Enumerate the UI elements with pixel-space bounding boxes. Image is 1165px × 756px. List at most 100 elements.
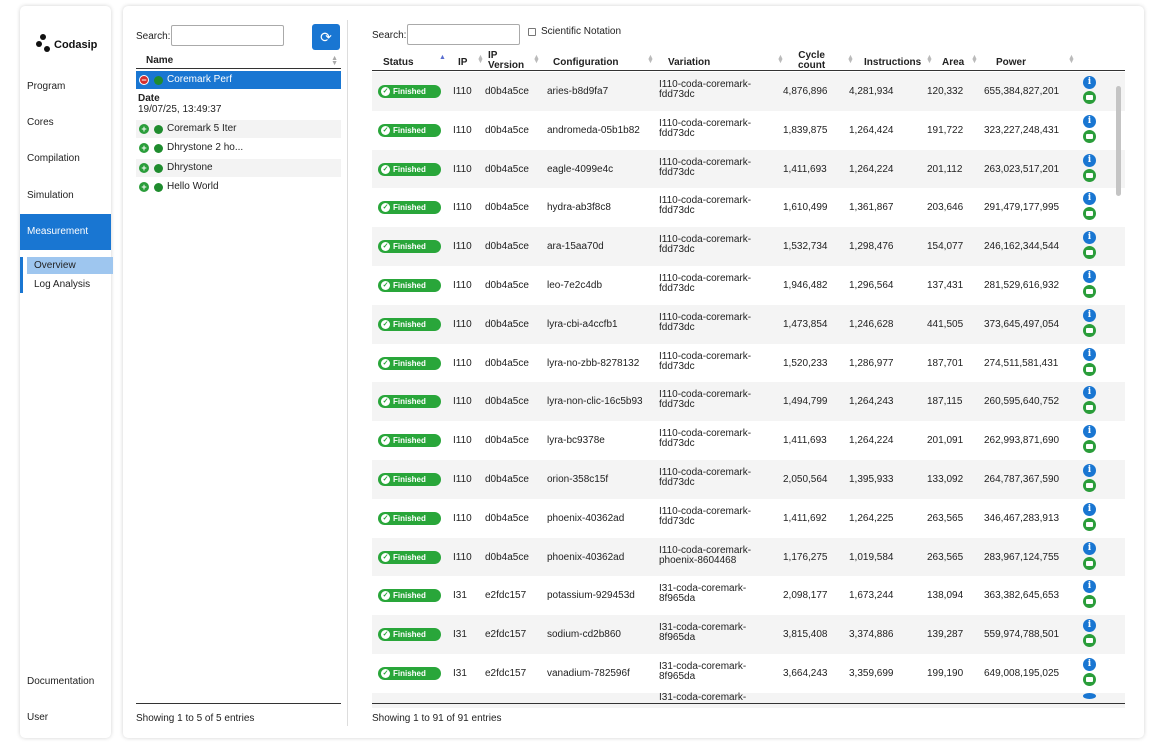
nav-documentation[interactable]: Documentation [20, 664, 111, 700]
info-icon[interactable]: i [1083, 386, 1096, 400]
cell-ip-version: e2fdc157 [485, 590, 527, 602]
list-item-coremark-perf[interactable]: − Coremark Perf [136, 71, 341, 89]
status-badge: ✓ Finished [378, 473, 441, 486]
table-row[interactable]: ✓ Finished I110 d0b4a5ce lyra-non-clic-16c5b… [372, 382, 1125, 422]
table-row[interactable]: ✓ Finished I110 d0b4a5ce phoenix-40362ad I110… [372, 499, 1125, 538]
table-row[interactable]: ✓ Finished I31 e2fdc157 sodium-cd2b860 I31-co… [372, 615, 1125, 654]
check-icon: ✓ [381, 669, 390, 678]
table-search-input[interactable] [407, 24, 520, 45]
table-row[interactable]: ✓ Finished I31 e2fdc157 vanadium-782596f I31-… [372, 654, 1125, 693]
log-icon[interactable] [1083, 517, 1096, 531]
codasip-logo[interactable]: Codasip [34, 33, 104, 59]
table-row[interactable]: ✓ Finished I110 d0b4a5ce leo-7e2c4db I110-cod… [372, 266, 1125, 305]
th-ip-version[interactable]: IP Version ▲ ▼ [488, 50, 540, 71]
list-item-hello-world[interactable]: + Hello World [136, 178, 341, 196]
nav-measurement[interactable]: Measurement [20, 214, 111, 250]
log-icon[interactable] [1083, 595, 1096, 609]
info-icon[interactable]: i [1083, 502, 1096, 516]
log-icon[interactable] [1083, 556, 1096, 570]
log-icon[interactable] [1083, 673, 1096, 686]
table-row[interactable]: ✓ Finished I110 d0b4a5ce aries-b8d9fa7 I110-c… [372, 72, 1125, 111]
subnav-log-analysis[interactable]: Log Analysis [27, 276, 113, 293]
table-row[interactable]: ✓ Finished I110 d0b4a5ce phoenix-40362ad I110… [372, 537, 1125, 577]
info-icon[interactable]: i [1083, 464, 1096, 477]
log-icon[interactable] [1083, 440, 1096, 454]
th-area[interactable]: Area ▲ ▼ [942, 50, 982, 70]
info-icon[interactable]: i [1083, 270, 1096, 283]
cell-ip: I110 [453, 474, 472, 485]
table-scrollbar[interactable] [1116, 86, 1121, 196]
expand-icon[interactable]: + [139, 163, 149, 173]
info-icon[interactable]: i [1083, 231, 1096, 245]
info-icon[interactable]: i [1083, 619, 1096, 633]
log-icon[interactable] [1083, 168, 1096, 182]
log-icon[interactable] [1083, 246, 1096, 260]
nav-cores[interactable]: Cores [20, 105, 111, 141]
th-power[interactable]: Power ▲ ▼ [996, 50, 1086, 70]
info-icon[interactable]: i [1083, 658, 1096, 671]
expand-icon[interactable]: + [139, 182, 149, 192]
info-icon[interactable]: i [1083, 153, 1096, 167]
scientific-notation-checkbox[interactable] [528, 28, 536, 36]
th-ip[interactable]: IP ▲ ▼ [458, 50, 484, 70]
log-icon[interactable] [1083, 323, 1096, 337]
log-icon[interactable] [1083, 129, 1096, 143]
th-configuration[interactable]: Configuration ▲ ▼ [553, 50, 654, 70]
check-icon: ✓ [381, 203, 390, 213]
log-icon[interactable] [1083, 479, 1096, 492]
table-row[interactable]: ✓ Finished I110 d0b4a5ce andromeda-05b1b82 I1… [372, 111, 1125, 150]
name-column-header[interactable]: Name ▲ ▼ [136, 54, 341, 69]
table-row[interactable]: ✓ Finished I110 d0b4a5ce lyra-cbi-a4ccfb1 I11… [372, 304, 1125, 344]
info-icon[interactable]: i [1083, 347, 1096, 361]
list-item-coremark-5-iter[interactable]: + Coremark 5 Iter [136, 120, 341, 138]
table-row[interactable]: ✓ Finished I31 e2fdc157 potassium-929453d I31… [372, 576, 1125, 615]
cell-instructions: 1,298,476 [849, 241, 894, 253]
th-instructions[interactable]: Instructions ▲ ▼ [864, 50, 934, 70]
cell-area: 201,091 [927, 435, 964, 447]
log-icon[interactable] [1083, 634, 1096, 648]
table-row[interactable]: ✓ Finished I110 d0b4a5ce orion-358c15f I110-c… [372, 460, 1125, 499]
info-icon[interactable] [1083, 692, 1096, 699]
table-row[interactable]: ✓ Finished I110 d0b4a5ce hydra-ab3f8c8 I110-c… [372, 188, 1125, 227]
nav-user[interactable]: User [20, 700, 111, 736]
log-icon[interactable] [1083, 91, 1096, 104]
table-row[interactable]: ✓ Finished I110 d0b4a5ce lyra-bc9378e I110-co… [372, 421, 1125, 460]
log-icon[interactable] [1083, 207, 1096, 221]
table-row[interactable]: ✓ Finished I110 d0b4a5ce eagle-4099e4c I110-c… [372, 149, 1125, 189]
info-icon[interactable]: i [1083, 114, 1096, 128]
info-icon[interactable]: i [1083, 541, 1096, 555]
th-cycle-count[interactable]: Cycle count ▲ ▼ [798, 50, 854, 71]
info-icon[interactable]: i [1083, 76, 1096, 89]
info-icon[interactable]: i [1083, 192, 1096, 206]
info-icon[interactable]: i [1083, 425, 1096, 439]
log-icon[interactable] [1083, 401, 1096, 415]
cell-ip-version: d0b4a5ce [485, 280, 529, 291]
status-badge: ✓ Finished [378, 240, 441, 254]
left-search-input[interactable] [171, 25, 284, 46]
left-footer-divider [136, 703, 341, 704]
nav-simulation[interactable]: Simulation [20, 178, 111, 214]
cell-cycle-count: 1,411,693 [783, 435, 827, 447]
table-row[interactable]: I31-coda-coremark- [372, 692, 1125, 708]
list-item-dhrystone-2[interactable]: + Dhrystone 2 ho... [136, 139, 341, 157]
info-icon[interactable]: i [1083, 308, 1096, 322]
refresh-button[interactable]: ⟳ [312, 24, 340, 50]
table-row[interactable]: ✓ Finished I110 d0b4a5ce ara-15aa70d I110-cod… [372, 227, 1125, 266]
nav-program[interactable]: Program [20, 69, 111, 105]
subnav-overview[interactable]: Overview [27, 257, 113, 274]
info-icon[interactable]: i [1083, 580, 1096, 594]
list-item-dhrystone[interactable]: + Dhrystone [136, 159, 341, 177]
table-row[interactable]: ✓ Finished I110 d0b4a5ce lyra-no-zbb-8278132… [372, 344, 1125, 383]
th-variation[interactable]: Variation ▲ ▼ [668, 50, 784, 70]
cell-ip-version: d0b4a5ce [485, 474, 529, 485]
log-icon[interactable] [1083, 362, 1096, 376]
log-icon[interactable] [1083, 285, 1096, 298]
expand-icon[interactable]: + [139, 124, 149, 134]
cell-cycle-count: 1,473,854 [783, 318, 828, 330]
check-icon: ✓ [381, 164, 390, 174]
th-status[interactable]: Status ▲ [383, 50, 446, 70]
collapse-icon[interactable]: − [139, 75, 149, 85]
cell-configuration: lyra-no-zbb-8278132 [547, 357, 640, 369]
nav-compilation[interactable]: Compilation [20, 141, 111, 177]
expand-icon[interactable]: + [139, 143, 149, 153]
